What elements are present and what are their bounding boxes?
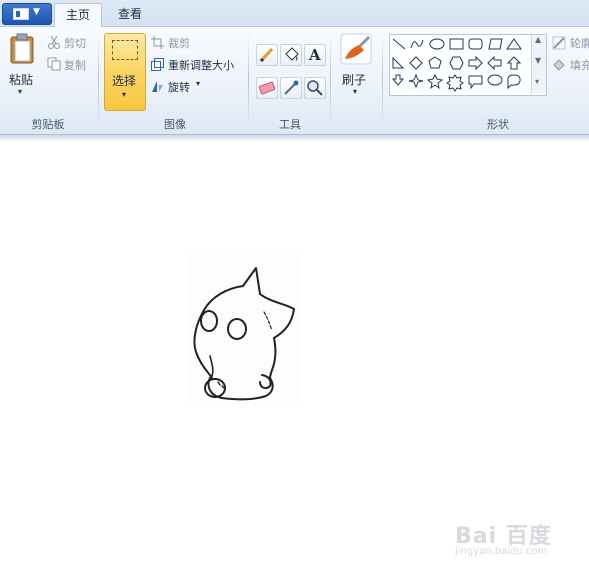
text-icon[interactable]: A <box>304 44 326 66</box>
paste-dropdown-icon[interactable]: ▾ <box>18 87 22 96</box>
tab-home[interactable]: 主页 <box>54 3 102 27</box>
chevron-down-icon[interactable]: ▾ <box>353 87 357 96</box>
paste-button[interactable]: 粘贴 <box>9 71 33 88</box>
eraser-icon[interactable] <box>256 77 278 99</box>
cut-button[interactable]: 剪切 <box>64 35 86 51</box>
cut-icon <box>47 35 61 49</box>
shapes-gallery-icons[interactable] <box>390 35 530 95</box>
shapes-group-label: 形状 <box>487 118 509 131</box>
color-picker-icon[interactable] <box>280 77 302 99</box>
tab-view[interactable]: 查看 <box>110 3 150 26</box>
select-label: 选择 <box>112 74 137 88</box>
fill-shape-icon <box>552 58 566 72</box>
tools-group-label: 工具 <box>279 118 301 131</box>
outline-button[interactable]: 轮廓 <box>570 35 589 51</box>
file-menu-icon <box>13 8 29 20</box>
canvas-top-shadow <box>0 135 589 142</box>
scroll-up-icon[interactable]: ▲ <box>535 35 541 44</box>
copy-icon <box>47 57 61 71</box>
magnifier-icon[interactable] <box>304 77 326 99</box>
rotate-icon <box>151 80 164 93</box>
cat-drawing <box>188 252 300 407</box>
scroll-down-icon[interactable]: ▼ <box>535 56 541 65</box>
gallery-expand-icon[interactable]: ▾ <box>535 77 539 86</box>
baidu-watermark: Bai 百度 jingyan.baidu.com <box>455 518 585 568</box>
ribbon: 粘贴 ▾ 剪切 复制 剪贴板 选择 ▾ 裁剪 重新调整大小 旋转 ▾ 图像 A … <box>0 27 589 135</box>
rotate-button[interactable]: 旋转 <box>168 79 190 95</box>
chevron-down-icon: ▼ <box>33 7 40 17</box>
group-divider <box>330 33 331 129</box>
paste-icon[interactable] <box>8 33 38 65</box>
select-button[interactable]: 选择 ▾ <box>104 33 146 111</box>
chevron-down-icon: ▾ <box>122 90 127 99</box>
crop-icon <box>151 36 164 49</box>
shapes-gallery <box>389 34 547 96</box>
shapes-scrollbar[interactable]: ▲ ▼ ▾ <box>531 35 546 93</box>
resize-icon <box>151 58 164 71</box>
fill-icon[interactable] <box>280 44 302 66</box>
chevron-down-icon[interactable]: ▾ <box>196 79 200 88</box>
select-icon <box>112 40 138 60</box>
crop-button[interactable]: 裁剪 <box>168 35 190 51</box>
file-menu-button[interactable]: ▼ <box>2 3 52 25</box>
watermark-url: jingyan.baidu.com <box>455 546 548 557</box>
group-divider <box>98 33 99 129</box>
group-divider <box>248 33 249 129</box>
brushes-button[interactable]: 刷子 <box>342 71 366 88</box>
brush-icon[interactable] <box>340 33 372 65</box>
copy-button[interactable]: 复制 <box>64 57 86 73</box>
image-group-label: 图像 <box>164 118 186 131</box>
resize-button[interactable]: 重新调整大小 <box>168 57 234 73</box>
group-divider <box>382 33 383 129</box>
clipboard-group-label: 剪贴板 <box>31 118 65 131</box>
pencil-icon[interactable] <box>256 44 278 66</box>
ribbon-tab-bar: ▼ 主页 查看 <box>0 0 589 27</box>
fill-button[interactable]: 填充 <box>570 57 589 73</box>
outline-icon <box>552 36 566 50</box>
